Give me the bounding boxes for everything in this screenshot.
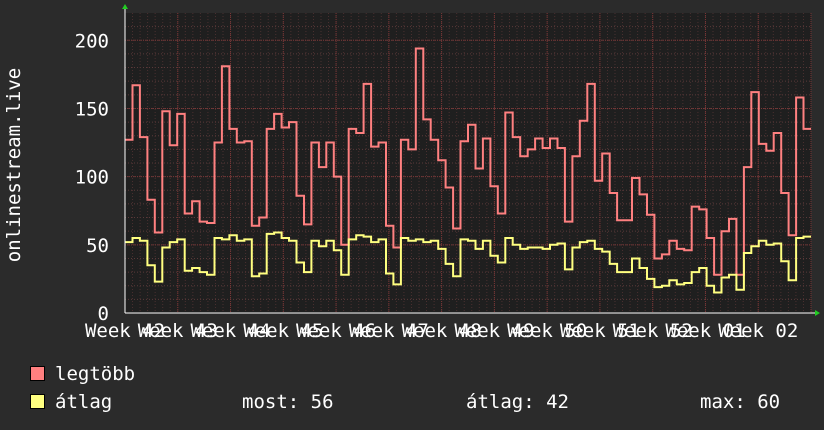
y-tick-label: 150 bbox=[75, 98, 109, 120]
legend-item-atlag: átlag bbox=[30, 391, 112, 413]
y-axis-arrow-icon bbox=[122, 4, 128, 9]
stat-most: most: 56 bbox=[242, 391, 334, 413]
stat-max-value: 60 bbox=[757, 391, 781, 413]
stat-atlag-value: 42 bbox=[546, 391, 569, 413]
stat-atlag: átlag: 42 bbox=[466, 391, 569, 413]
legend-swatch-atlag bbox=[30, 394, 45, 409]
stat-atlag-label: átlag: bbox=[466, 391, 535, 413]
x-tick-label: Week 02 bbox=[718, 320, 798, 340]
x-axis-arrow-icon bbox=[815, 310, 820, 316]
stat-most-label: most: bbox=[242, 391, 300, 413]
y-axis-label: onlinestream.live bbox=[3, 68, 25, 262]
y-tick-label: 50 bbox=[86, 235, 109, 257]
legend-label-legtobb: legtöbb bbox=[55, 363, 136, 385]
legend-label-atlag: átlag bbox=[55, 391, 113, 413]
legend-item-legtobb: legtöbb bbox=[30, 363, 135, 385]
stat-most-value: 56 bbox=[310, 391, 334, 413]
y-tick-label: 200 bbox=[75, 30, 109, 52]
stat-max-label: max: bbox=[700, 391, 746, 413]
y-tick-label: 100 bbox=[75, 167, 109, 189]
legend-swatch-legtobb bbox=[30, 366, 45, 381]
stat-max: max: 60 bbox=[700, 391, 780, 413]
rrd-chart: 050100150200Week 42Week 43Week 44Week 45… bbox=[3, 4, 820, 340]
